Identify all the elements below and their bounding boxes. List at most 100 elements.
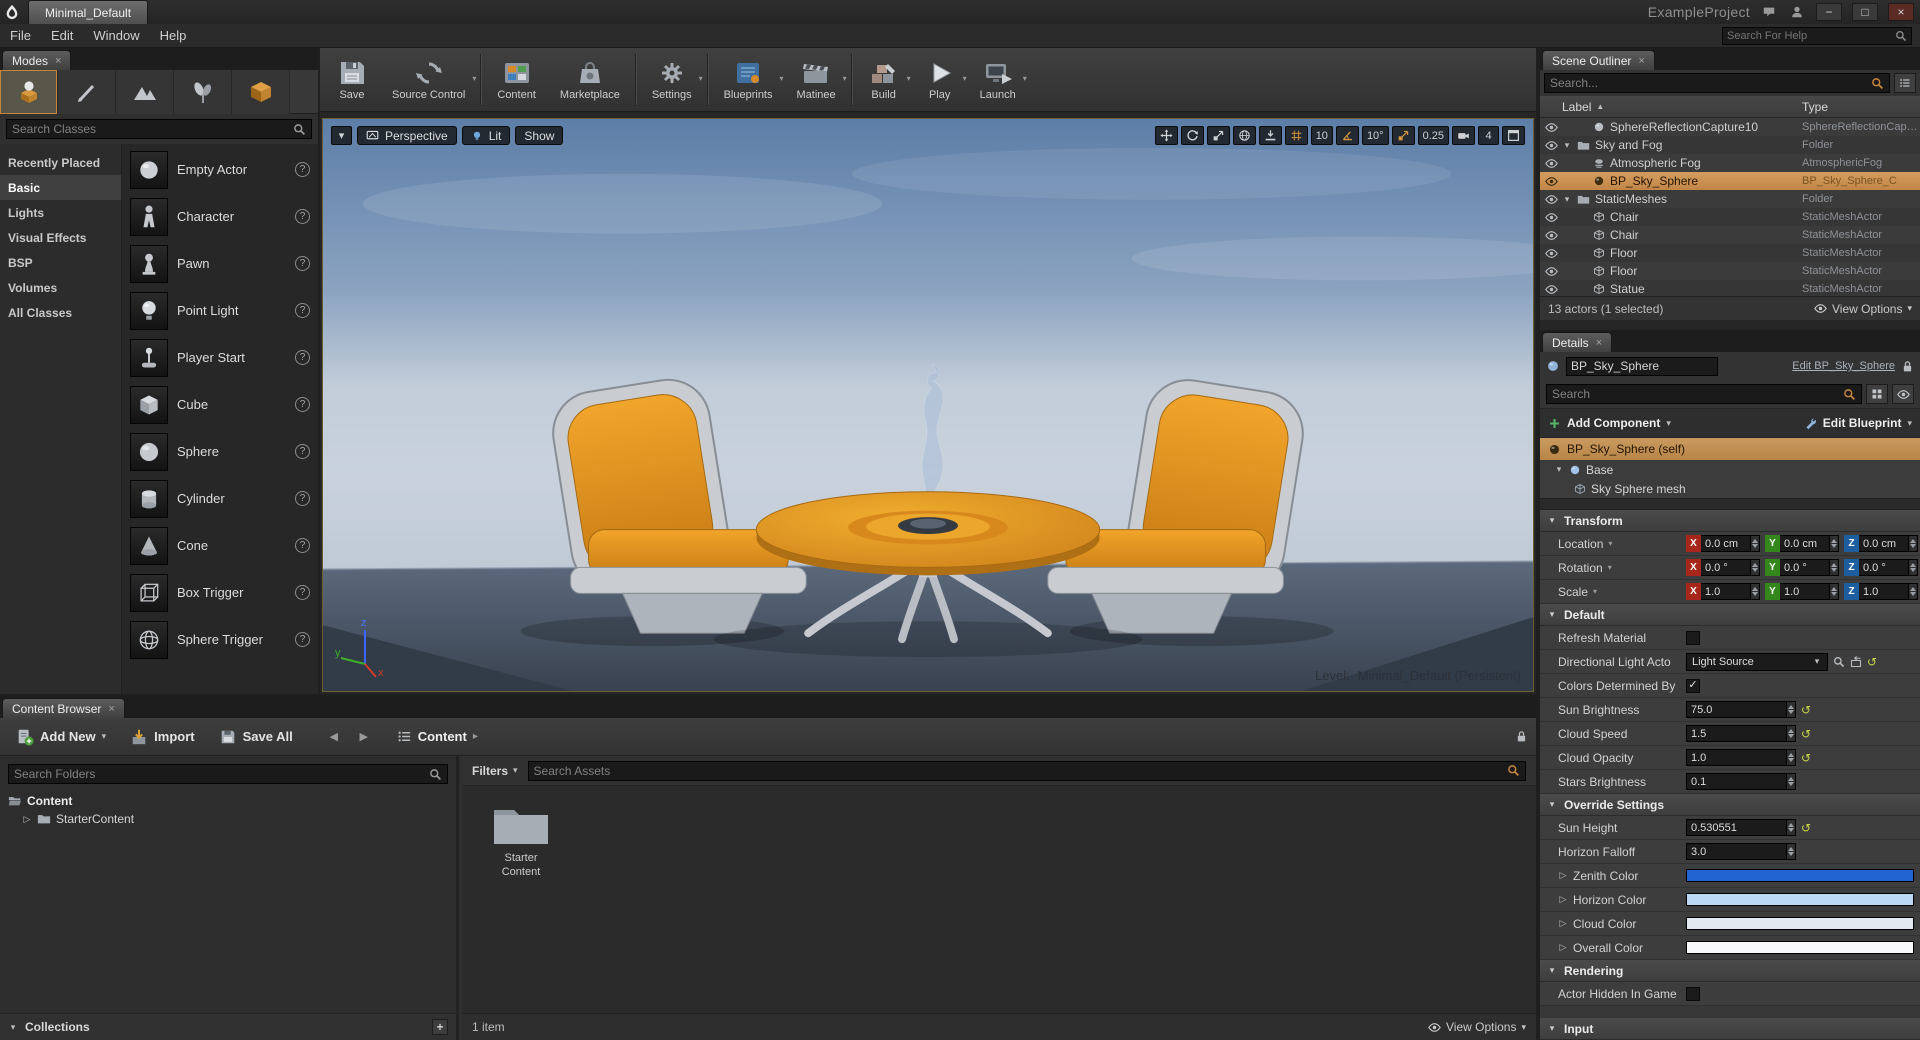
location-y-field[interactable]: Y0.0 cm xyxy=(1765,535,1839,552)
expander-icon[interactable]: ▷ xyxy=(1558,942,1568,953)
dropdown-caret-icon[interactable]: ▾ xyxy=(907,74,911,83)
mode-place[interactable] xyxy=(0,70,58,114)
maximize-viewport-button[interactable] xyxy=(1502,126,1525,145)
account-icon[interactable] xyxy=(1788,4,1806,20)
breadcrumb[interactable]: Content ▸ xyxy=(397,729,478,744)
visibility-eye-icon[interactable] xyxy=(1540,265,1562,278)
scale-snap-button[interactable] xyxy=(1392,126,1415,145)
component-base-row[interactable]: ▾ Base xyxy=(1540,460,1920,479)
mode-geometry[interactable] xyxy=(232,70,290,114)
mode-landscape[interactable] xyxy=(116,70,174,114)
visibility-eye-icon[interactable] xyxy=(1540,247,1562,260)
filters-button[interactable]: Filters ▾ xyxy=(472,764,518,778)
colors-determined-checkbox[interactable]: ✓ xyxy=(1686,679,1700,693)
outliner-row[interactable]: Atmospheric Fog AtmosphericFog xyxy=(1540,154,1920,172)
outliner-row[interactable]: Floor StaticMeshActor xyxy=(1540,262,1920,280)
actor-hidden-checkbox[interactable]: ✓ xyxy=(1686,987,1700,1001)
spinner[interactable] xyxy=(1830,535,1839,552)
spinner[interactable] xyxy=(1751,583,1760,600)
outliner-row-folder[interactable]: ▾StaticMeshes Folder xyxy=(1540,190,1920,208)
category-bsp[interactable]: BSP xyxy=(0,250,121,275)
perspective-button[interactable]: Perspective xyxy=(357,126,457,145)
horizon-color-swatch[interactable] xyxy=(1686,893,1914,906)
reset-icon[interactable]: ↺ xyxy=(1801,728,1811,740)
save-button[interactable]: Save xyxy=(324,48,380,111)
actor-name-field[interactable] xyxy=(1566,357,1718,376)
visibility-eye-icon[interactable] xyxy=(1540,121,1562,134)
help-badge[interactable]: ? xyxy=(295,538,310,553)
overall-color-swatch[interactable] xyxy=(1686,941,1914,954)
display-filter-button[interactable] xyxy=(1892,384,1914,404)
menu-file[interactable]: File xyxy=(0,24,41,47)
outliner-options-button[interactable] xyxy=(1894,73,1916,93)
grid-snap-button[interactable] xyxy=(1285,126,1308,145)
scale-tool-button[interactable] xyxy=(1207,126,1230,145)
maximize-button[interactable]: □ xyxy=(1852,3,1878,21)
asset-starter-content[interactable]: StarterContent xyxy=(478,800,564,880)
settings-button[interactable]: Settings ▾ xyxy=(640,48,704,111)
outliner-search[interactable] xyxy=(1544,73,1890,93)
help-badge[interactable]: ? xyxy=(295,491,310,506)
section-default[interactable]: ▾Default xyxy=(1540,604,1920,626)
item-character[interactable]: Character ? xyxy=(122,193,318,240)
expander-icon[interactable]: ▾ xyxy=(1554,464,1564,475)
search-folders-input[interactable] xyxy=(14,767,424,781)
back-button[interactable]: ◀ xyxy=(323,727,345,747)
spinner[interactable] xyxy=(1751,559,1760,576)
viewport[interactable]: ▾ Perspective Lit Show xyxy=(322,118,1534,692)
edit-blueprint-button[interactable]: Edit Blueprint xyxy=(1823,416,1902,430)
column-label[interactable]: Label ▲ xyxy=(1562,100,1802,114)
details-search-input[interactable] xyxy=(1552,387,1838,401)
zenith-color-swatch[interactable] xyxy=(1686,869,1914,882)
launch-button[interactable]: Launch ▾ xyxy=(968,48,1028,111)
category-recently-placed[interactable]: Recently Placed xyxy=(0,150,121,175)
close-tab-icon[interactable]: × xyxy=(1638,55,1644,67)
lock-icon[interactable] xyxy=(1515,730,1528,743)
help-badge[interactable]: ? xyxy=(295,162,310,177)
scale-y-field[interactable]: Y1.0 xyxy=(1765,583,1839,600)
item-pawn[interactable]: Pawn ? xyxy=(122,240,318,287)
section-rendering[interactable]: ▾Rendering xyxy=(1540,960,1920,982)
viewport-options-button[interactable]: ▾ xyxy=(331,126,352,145)
outliner-row[interactable]: Chair StaticMeshActor xyxy=(1540,226,1920,244)
search-icon[interactable] xyxy=(1833,656,1845,668)
reset-icon[interactable]: ↺ xyxy=(1801,822,1811,834)
save-all-button[interactable]: Save All xyxy=(211,724,301,750)
help-badge[interactable]: ? xyxy=(295,209,310,224)
folder-startercontent[interactable]: ▷ StarterContent xyxy=(8,810,448,828)
help-badge[interactable]: ? xyxy=(295,303,310,318)
close-tab-icon[interactable]: × xyxy=(108,703,114,715)
outliner-row[interactable]: Chair StaticMeshActor xyxy=(1540,208,1920,226)
import-button[interactable]: Import xyxy=(122,724,202,750)
search-folders[interactable] xyxy=(8,764,448,784)
item-sphere[interactable]: Sphere ? xyxy=(122,428,318,475)
dropdown-caret-icon[interactable]: ▾ xyxy=(779,74,783,83)
expander-icon[interactable]: ▷ xyxy=(1558,894,1568,905)
use-selected-icon[interactable] xyxy=(1850,656,1862,668)
cloud-speed-field[interactable]: 1.5 xyxy=(1686,725,1796,742)
surface-snap-button[interactable] xyxy=(1259,126,1282,145)
outliner-row-selected[interactable]: BP_Sky_Sphere BP_Sky_Sphere_C xyxy=(1540,172,1920,190)
component-self-row[interactable]: BP_Sky_Sphere (self) xyxy=(1540,438,1920,460)
camera-speed-value[interactable]: 4 xyxy=(1478,126,1499,145)
help-badge[interactable]: ? xyxy=(295,256,310,271)
scale-label[interactable]: Scale▾ xyxy=(1558,585,1686,599)
category-volumes[interactable]: Volumes xyxy=(0,275,121,300)
spinner[interactable] xyxy=(1830,583,1839,600)
help-search-input[interactable] xyxy=(1727,30,1891,42)
visibility-eye-icon[interactable] xyxy=(1540,139,1562,152)
close-tab-icon[interactable]: × xyxy=(55,55,61,67)
blueprints-button[interactable]: Blueprints ▾ xyxy=(712,48,785,111)
refresh-material-checkbox[interactable]: ✓ xyxy=(1686,631,1700,645)
help-badge[interactable]: ? xyxy=(295,444,310,459)
scale-snap-value[interactable]: 0.25 xyxy=(1418,126,1449,145)
location-x-field[interactable]: X0.0 cm xyxy=(1686,535,1760,552)
dropdown-caret-icon[interactable]: ▾ xyxy=(963,74,967,83)
reset-icon[interactable]: ↺ xyxy=(1867,656,1877,668)
visibility-eye-icon[interactable] xyxy=(1540,229,1562,242)
camera-speed-button[interactable] xyxy=(1452,126,1475,145)
help-badge[interactable]: ? xyxy=(295,350,310,365)
outliner-row[interactable]: Floor StaticMeshActor xyxy=(1540,244,1920,262)
expander-icon[interactable]: ▾ xyxy=(1562,194,1572,205)
outliner-row[interactable]: SphereReflectionCapture10 SphereReflecti… xyxy=(1540,118,1920,136)
